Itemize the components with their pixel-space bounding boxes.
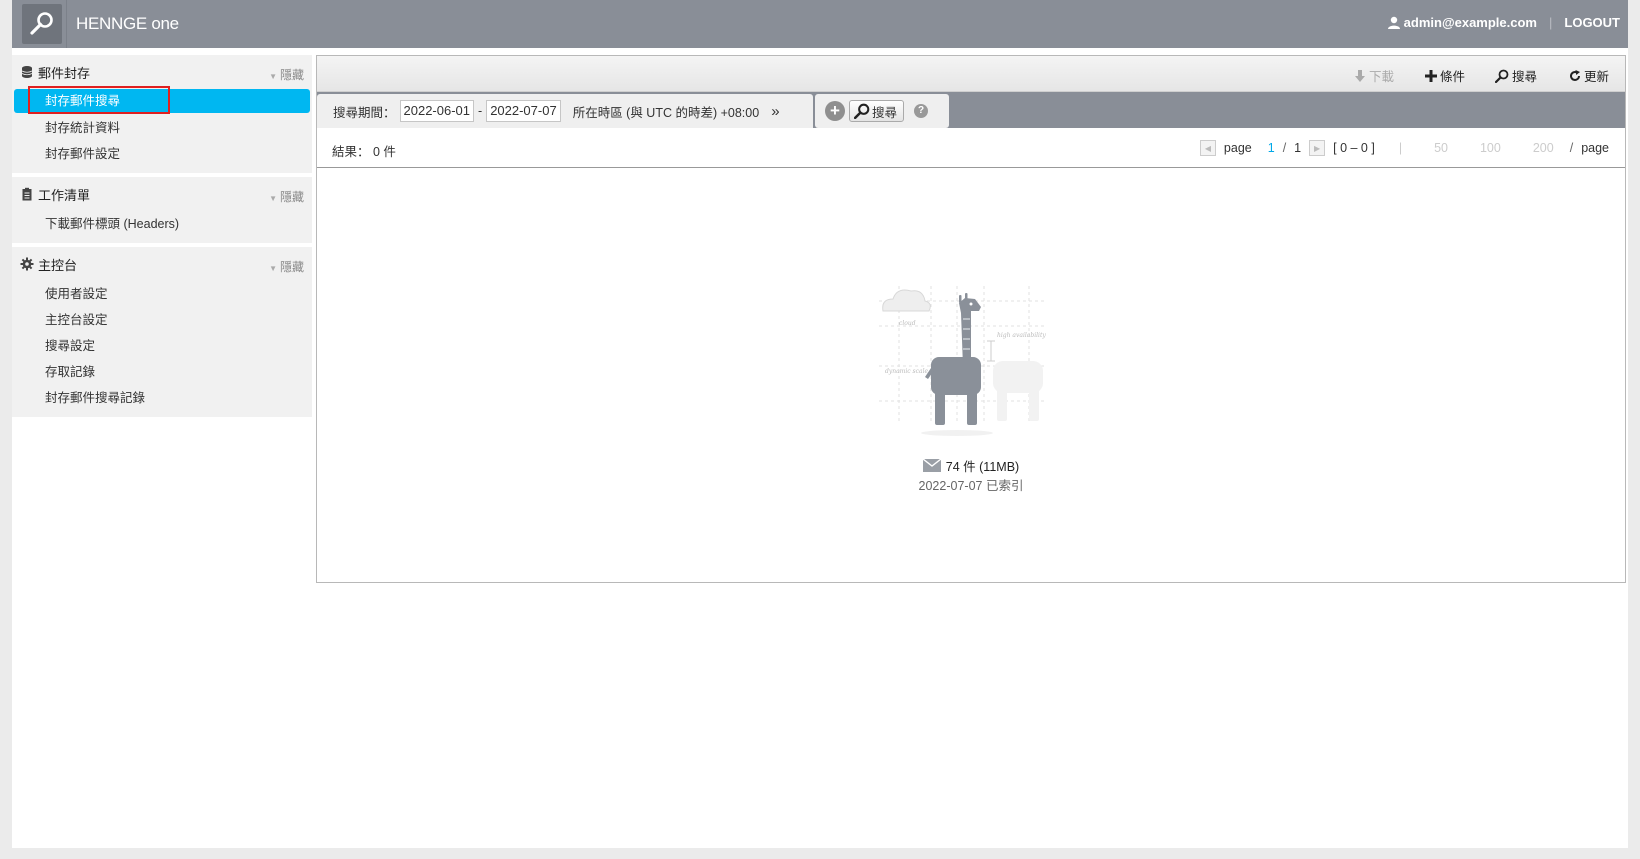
next-page-icon[interactable]: ▶ bbox=[1309, 140, 1326, 156]
triangle-down-icon: ▼ bbox=[269, 264, 277, 273]
search-actions: + 搜尋 ? bbox=[815, 94, 949, 128]
logo-divider bbox=[66, 0, 67, 48]
section-title: 工作清單 bbox=[38, 187, 91, 203]
page-slash: / bbox=[1282, 141, 1287, 155]
arrow-down-icon bbox=[1355, 69, 1365, 82]
clipboard-icon bbox=[22, 187, 32, 201]
hide-toggle[interactable]: ▼ 隱藏 bbox=[269, 66, 304, 83]
toolbar-search-button[interactable]: 搜尋 bbox=[1495, 66, 1537, 85]
page-label: page bbox=[1223, 141, 1252, 155]
timezone-label: 所在時區 (與 UTC 的時差) +08:00 bbox=[572, 105, 760, 120]
triangle-down-icon: ▼ bbox=[269, 72, 277, 81]
page-size-50[interactable]: 50 bbox=[1434, 141, 1448, 155]
sidebar-item-access-log[interactable]: 存取記錄 bbox=[12, 359, 312, 385]
sidebar-item-console-settings[interactable]: 主控台設定 bbox=[12, 307, 312, 333]
page-size-slash: / bbox=[1569, 141, 1574, 155]
logout-link[interactable]: LOGOUT bbox=[1564, 15, 1620, 30]
sidebar-item-user-settings[interactable]: 使用者設定 bbox=[12, 281, 312, 307]
gear-icon bbox=[20, 257, 34, 271]
toolbar: 下載 條件 搜尋 更新 bbox=[317, 56, 1625, 92]
user-email[interactable]: admin@example.com bbox=[1404, 15, 1537, 30]
date-to-input[interactable]: 2022-07-07 bbox=[486, 100, 561, 122]
section-header: 工作清單 ▼ 隱藏 bbox=[12, 177, 312, 211]
search-icon bbox=[1495, 69, 1509, 83]
add-condition-icon[interactable]: + bbox=[825, 101, 845, 121]
pager: ◀ page 1 / 1 ▶ [ 0 – 0 ] | 50 100 200 / … bbox=[1199, 140, 1609, 156]
user-icon bbox=[1387, 16, 1400, 29]
results-count: 結果： 0 件 bbox=[332, 145, 396, 159]
sidebar-section-tasks: 工作清單 ▼ 隱藏 下載郵件標頭 (Headers) bbox=[12, 177, 312, 243]
section-title: 主控台 bbox=[38, 257, 78, 273]
date-separator: - bbox=[478, 104, 483, 118]
search-button[interactable]: 搜尋 bbox=[849, 100, 905, 122]
archive-size: 74 件 (11MB) bbox=[317, 456, 1625, 475]
refresh-icon bbox=[1570, 69, 1580, 81]
sidebar-section-console: 主控台 ▼ 隱藏 使用者設定 主控台設定 搜尋設定 存取記錄 封存郵件搜尋記錄 bbox=[12, 247, 312, 417]
expand-icon[interactable]: » bbox=[771, 103, 779, 120]
hide-toggle[interactable]: ▼ 隱藏 bbox=[269, 258, 304, 275]
help-icon[interactable]: ? bbox=[914, 104, 929, 118]
sidebar-item-search-log[interactable]: 封存郵件搜尋記錄 bbox=[12, 385, 312, 411]
user-area: admin@example.com | LOGOUT bbox=[1387, 15, 1620, 30]
giraffe-illustration-icon: cloud high availability dynamic scale bbox=[879, 286, 1046, 436]
conditions-button[interactable]: 條件 bbox=[1425, 66, 1465, 85]
brand-name: HENNGE one bbox=[76, 14, 179, 33]
sidebar: 郵件封存 ▼ 隱藏 封存郵件搜尋 封存統計資料 封存郵件設定 工作清單 ▼ 隱藏 下… bbox=[12, 55, 312, 421]
magnifier-logo-icon bbox=[30, 12, 53, 35]
triangle-down-icon: ▼ bbox=[269, 194, 277, 203]
search-icon bbox=[854, 103, 870, 119]
search-period: 搜尋期間： 2022-06-01 - 2022-07-07 所在時區 (與 UT… bbox=[317, 94, 813, 128]
page-size-200[interactable]: 200 bbox=[1533, 141, 1554, 155]
sidebar-item-archive-stats[interactable]: 封存統計資料 bbox=[12, 115, 312, 141]
search-period-label: 搜尋期間： bbox=[333, 105, 396, 120]
search-bar: 搜尋期間： 2022-06-01 - 2022-07-07 所在時區 (與 UT… bbox=[317, 92, 1625, 128]
section-title: 郵件封存 bbox=[38, 65, 91, 81]
app-logo[interactable] bbox=[22, 4, 62, 44]
result-range: [ 0 – 0 ] bbox=[1333, 141, 1375, 155]
page-size-100[interactable]: 100 bbox=[1480, 141, 1501, 155]
envelope-icon bbox=[922, 459, 941, 472]
header-separator: | bbox=[1549, 15, 1553, 30]
sidebar-item-archive-search[interactable]: 封存郵件搜尋 bbox=[14, 86, 310, 114]
plus-icon bbox=[1425, 69, 1437, 82]
indexed-date: 2022-07-07 已索引 bbox=[918, 479, 1024, 493]
download-button[interactable]: 下載 bbox=[1354, 66, 1394, 85]
per-page-label: page bbox=[1581, 141, 1609, 155]
sidebar-section-archive: 郵件封存 ▼ 隱藏 封存郵件搜尋 封存統計資料 封存郵件設定 bbox=[12, 55, 312, 173]
highlight-box bbox=[28, 86, 170, 114]
sidebar-item-search-settings[interactable]: 搜尋設定 bbox=[12, 333, 312, 359]
refresh-button[interactable]: 更新 bbox=[1569, 66, 1609, 85]
prev-page-icon[interactable]: ◀ bbox=[1199, 140, 1216, 156]
section-header: 郵件封存 ▼ 隱藏 bbox=[12, 55, 312, 89]
svg-text:cloud: cloud bbox=[899, 320, 916, 327]
svg-text:high availability: high availability bbox=[997, 332, 1046, 339]
hide-toggle[interactable]: ▼ 隱藏 bbox=[269, 188, 304, 205]
top-header: HENNGE one admin@example.com | LOGOUT bbox=[12, 0, 1628, 48]
sidebar-item-archive-settings[interactable]: 封存郵件設定 bbox=[12, 141, 312, 167]
date-from-input[interactable]: 2022-06-01 bbox=[399, 100, 475, 122]
empty-state: cloud high availability dynamic scale 74… bbox=[317, 169, 1625, 582]
svg-text:dynamic scale: dynamic scale bbox=[885, 368, 928, 375]
database-icon bbox=[21, 66, 33, 78]
main-panel: 下載 條件 搜尋 更新 搜尋期間： 2022-06-01 - 2022-07-0… bbox=[316, 55, 1626, 583]
pager-divider: | bbox=[1398, 141, 1403, 155]
results-bar: 結果： 0 件 ◀ page 1 / 1 ▶ [ 0 – 0 ] | 50 10… bbox=[317, 128, 1625, 168]
total-pages: 1 bbox=[1294, 141, 1302, 155]
section-header: 主控台 ▼ 隱藏 bbox=[12, 247, 312, 281]
current-page[interactable]: 1 bbox=[1268, 141, 1275, 155]
sidebar-item-download-headers[interactable]: 下載郵件標頭 (Headers) bbox=[12, 211, 312, 237]
